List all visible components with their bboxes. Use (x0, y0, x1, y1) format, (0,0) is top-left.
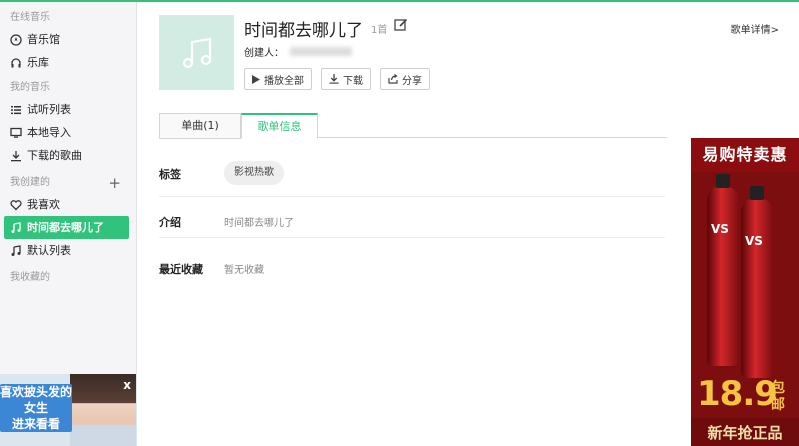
tab-songs[interactable]: 单曲(1) (159, 113, 241, 139)
edit-icon[interactable] (394, 17, 408, 31)
tab-playlist-info[interactable]: 歌单信息 (241, 113, 318, 139)
sidebar-item-music-hall[interactable]: 音乐馆 (4, 28, 129, 51)
sidebar-item-default-list[interactable]: 默认列表 (4, 239, 129, 262)
monitor-icon (10, 127, 22, 139)
download-icon (329, 74, 339, 84)
music-note-icon (182, 37, 211, 68)
sidebar-item-label: 本地导入 (27, 126, 71, 139)
sidebar-item-library[interactable]: 乐库 (4, 51, 129, 74)
heart-icon (10, 199, 22, 211)
tag-chip[interactable]: 影视热歌 (224, 161, 284, 185)
sidebar-item-trial-list[interactable]: 试听列表 (4, 98, 129, 121)
song-count: 1首 (371, 25, 388, 36)
sidebar-item-label: 我喜欢 (27, 198, 60, 211)
sidebar-item-favorites[interactable]: 我喜欢 (4, 193, 129, 216)
promo-text-line: 喜欢披头发的 (0, 385, 73, 399)
ad-price: 18.9 (697, 374, 778, 414)
section-created: 我创建的 + (0, 173, 136, 193)
sidebar-item-label: 时间都去哪儿了 (27, 221, 104, 234)
tags-label: 标签 (159, 168, 181, 181)
add-playlist-button[interactable]: + (108, 173, 121, 193)
sidebar-item-local-import[interactable]: 本地导入 (4, 121, 129, 144)
list-icon (10, 104, 22, 116)
sidebar-item-label: 音乐馆 (27, 33, 60, 46)
playlist-detail-link[interactable]: 歌单详情> (731, 21, 779, 36)
music-note-icon (10, 244, 22, 257)
intro-label: 介绍 (159, 216, 181, 229)
divider (159, 237, 665, 238)
section-title-collected: 我收藏的 (10, 272, 50, 283)
headphones-icon (10, 57, 22, 69)
creator-name-blurred[interactable] (290, 47, 352, 56)
music-note-icon (10, 221, 22, 234)
sidebar: 在线音乐 音乐馆 乐库 我的音乐 试听列表 本地导入 下载的歌曲 我创建的 + … (0, 2, 137, 446)
recent-value: 暂无收藏 (224, 265, 264, 276)
intro-value: 时间都去哪儿了 (224, 218, 294, 229)
sidebar-item-label: 乐库 (27, 56, 49, 69)
creator-info: 创建人： (244, 44, 352, 59)
playlist-cover (159, 15, 234, 90)
ad-brand: VS (711, 222, 729, 236)
section-title-my-music: 我的音乐 (10, 82, 50, 93)
promo-text-line: 女生 (23, 401, 48, 415)
section-title-created: 我创建的 (10, 177, 50, 188)
ad-product-image: VS (741, 186, 773, 378)
share-button[interactable]: 分享 (380, 68, 430, 90)
sidebar-item-label: 默认列表 (27, 244, 71, 257)
promo-close-button[interactable]: x (123, 378, 131, 392)
ad-footer: 新年抢正品 (691, 418, 799, 446)
advertisement-banner[interactable]: 易购特卖惠 VS VS 18.9 包邮 新年抢正品 (691, 138, 799, 446)
share-label: 分享 (402, 75, 422, 87)
sidebar-item-label: 试听列表 (27, 103, 71, 116)
play-all-button[interactable]: 播放全部 (244, 68, 312, 90)
ad-product-image: VS (707, 174, 739, 366)
promo-text: 喜欢披头发的 女生 进来看看 (0, 384, 72, 432)
tab-bar: 单曲(1) 歌单信息 (159, 113, 667, 139)
playlist-title: 时间都去哪儿了 (244, 21, 363, 41)
promo-text-line: 进来看看 (11, 417, 60, 431)
ad-brand: VS (745, 234, 763, 248)
download-button[interactable]: 下载 (321, 68, 371, 90)
sidebar-item-downloads[interactable]: 下载的歌曲 (4, 144, 129, 167)
recent-label: 最近收藏 (159, 263, 203, 276)
main-content: 时间都去哪儿了 1首 创建人： 播放全部 下载 分享 歌单详情> 单曲(1) 歌… (137, 2, 799, 446)
sidebar-item-label: 下载的歌曲 (27, 149, 82, 162)
section-title-online: 在线音乐 (10, 12, 50, 23)
play-icon (252, 74, 260, 84)
share-icon (388, 74, 398, 84)
promo-banner[interactable]: 喜欢披头发的 女生 进来看看 x (0, 374, 137, 446)
ad-header: 易购特卖惠 (691, 138, 799, 172)
divider (159, 196, 665, 197)
sidebar-item-current-playlist[interactable]: 时间都去哪儿了 (4, 216, 129, 239)
creator-label: 创建人： (244, 48, 284, 59)
download-label: 下载 (343, 75, 363, 87)
compass-icon (10, 33, 22, 46)
download-icon (10, 150, 22, 162)
app-window: 在线音乐 音乐馆 乐库 我的音乐 试听列表 本地导入 下载的歌曲 我创建的 + … (0, 0, 799, 446)
play-all-label: 播放全部 (264, 75, 304, 87)
ad-price-suffix: 包邮 (771, 380, 785, 413)
